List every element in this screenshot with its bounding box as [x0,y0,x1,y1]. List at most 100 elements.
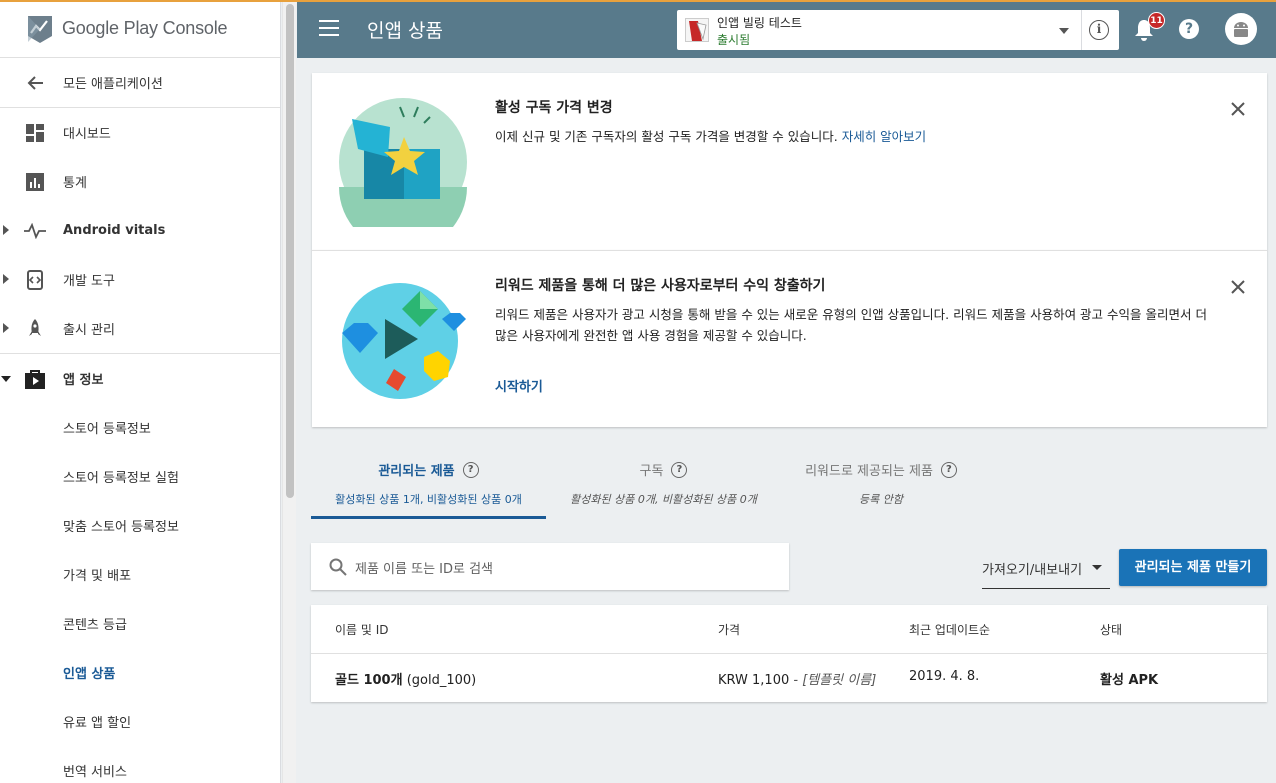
price-change-card: 활성 구독 가격 변경 이제 신규 및 기존 구독자의 활성 구독 가격을 변경… [312,73,1267,250]
sidebar-item-label: 유료 앱 할인 [63,716,132,731]
selected-app-status: 출시됨 [717,33,751,47]
sidebar-item-pricing-distribution[interactable]: 가격 및 배포 [0,550,280,599]
dropdown-arrow-icon [1059,28,1069,34]
column-header-price[interactable]: 가격 [718,621,740,638]
sidebar-scrollbar[interactable] [282,0,296,783]
android-icon [1234,22,1248,37]
back-label: 모든 애플리케이션 [63,77,163,92]
product-id: (gold_100) [406,673,477,688]
close-icon[interactable] [1230,101,1246,117]
collapse-caret-icon [1,376,11,382]
tab-rewarded-products[interactable]: 리워드로 제공되는 제품? 등록 안함 [781,460,981,518]
sidebar-item-dev-tools[interactable]: 개발 도구 [0,255,280,304]
app-selector[interactable]: 인앱 빌링 테스트 출시됨 i [677,10,1119,50]
sidebar: Google Play Console 모든 애플리케이션 대시보드 통계 An… [0,0,281,783]
sidebar-item-label: 스토어 등록정보 실험 [63,471,179,486]
stats-icon [24,171,46,193]
gems-illustration [342,283,466,399]
search-input[interactable]: 제품 이름 또는 ID로 검색 [311,543,789,590]
create-managed-product-button[interactable]: 관리되는 제품 만들기 [1119,549,1267,586]
help-circle-icon[interactable]: ? [671,461,688,478]
products-table: 이름 및 ID 가격 최근 업데이트순 상태 골드 100개 (gold_100… [311,605,1267,702]
dashboard-icon [24,122,46,144]
card-body: 이제 신규 및 기존 구독자의 활성 구독 가격을 변경할 수 있습니다. 자세… [495,129,927,144]
sidebar-item-label: 번역 서비스 [63,765,127,780]
card-title: 활성 구독 가격 변경 [495,100,613,116]
sidebar-item-custom-store-listing[interactable]: 맞춤 스토어 등록정보 [0,501,280,550]
price-template: - [템플릿 이름] [789,673,877,688]
sidebar-item-stats[interactable]: 통계 [0,157,280,206]
product-status: 활성 APK [1100,673,1159,688]
import-export-dropdown[interactable]: 가져오기/내보내기 [982,549,1110,589]
help-circle-icon[interactable]: ? [462,461,479,478]
close-icon[interactable] [1230,279,1246,295]
back-to-all-apps[interactable]: 모든 애플리케이션 [0,58,280,107]
tab-label: 리워드로 제공되는 제품 [805,464,933,479]
sidebar-item-translation-service[interactable]: 번역 서비스 [0,746,280,783]
sidebar-item-label: 통계 [63,176,87,191]
sidebar-item-store-listing[interactable]: 스토어 등록정보 [0,403,280,452]
sidebar-item-label: 인앱 상품 [63,667,116,682]
sidebar-item-dashboard[interactable]: 대시보드 [0,108,280,157]
sidebar-item-label: Android vitals [63,223,166,238]
sidebar-item-label: 콘텐츠 등급 [63,618,127,633]
tab-sub: 활성화된 상품 1개, 비활성화된 상품 0개 [335,493,522,506]
sidebar-item-label: 앱 정보 [63,373,104,388]
sidebar-item-label: 가격 및 배포 [63,569,132,584]
play-console-logo-icon [28,15,52,43]
sidebar-item-store-listing-experiments[interactable]: 스토어 등록정보 실험 [0,452,280,501]
expand-caret-icon [3,225,9,235]
tab-sub: 등록 안함 [859,493,903,506]
card-body: 리워드 제품은 사용자가 광고 시청을 통해 받을 수 있는 새로운 유형의 인… [495,307,1207,343]
logo-row[interactable]: Google Play Console [0,0,280,58]
vitals-icon [24,220,46,242]
product-updated: 2019. 4. 8. [909,669,980,684]
arrow-back-icon [24,72,46,94]
notification-badge: 11 [1148,12,1165,29]
tab-label: 관리되는 제품 [378,464,455,479]
sidebar-item-release-management[interactable]: 출시 관리 [0,304,280,353]
sidebar-item-label: 스토어 등록정보 [63,422,151,437]
tab-subscriptions[interactable]: 구독? 활성화된 상품 0개, 비활성화된 상품 0개 [546,460,781,518]
search-placeholder: 제품 이름 또는 ID로 검색 [355,562,494,577]
column-header-name[interactable]: 이름 및 ID [335,621,389,638]
account-avatar[interactable] [1225,13,1257,45]
hamburger-menu-icon[interactable] [319,20,339,38]
tab-label: 구독 [639,464,664,479]
sidebar-item-label: 대시보드 [63,127,111,142]
rewarded-products-card: 리워드 제품을 통해 더 많은 사용자로부터 수익 창출하기 리워드 제품은 사… [312,250,1267,427]
info-icon[interactable]: i [1089,20,1109,40]
learn-more-link[interactable]: 자세히 알아보기 [842,129,926,144]
sidebar-item-android-vitals[interactable]: Android vitals [0,206,280,255]
tab-managed-products[interactable]: 관리되는 제품? 활성화된 상품 1개, 비활성화된 상품 0개 [311,460,546,518]
gift-box-illustration [339,98,467,227]
sidebar-item-app-info[interactable]: 앱 정보 [0,354,280,403]
scrollbar-thumb[interactable] [286,4,294,498]
active-tab-indicator [311,516,546,519]
product-price: KRW 1,100 [718,673,790,688]
logo-text: Google Play Console [62,18,228,38]
column-header-updated[interactable]: 최근 업데이트순 [909,621,990,638]
help-icon[interactable]: ? [1179,19,1199,39]
store-icon [24,368,46,390]
product-name: 골드 100개 [335,673,403,688]
tab-sub: 활성화된 상품 0개, 비활성화된 상품 0개 [570,493,757,506]
page-title: 인앱 상품 [367,20,443,42]
search-icon [329,558,347,576]
dev-tools-icon [24,269,46,291]
sidebar-item-paid-app-discount[interactable]: 유료 앱 할인 [0,697,280,746]
column-header-status[interactable]: 상태 [1100,621,1122,638]
expand-caret-icon [3,323,9,333]
card-title: 리워드 제품을 통해 더 많은 사용자로부터 수익 창출하기 [495,278,826,294]
expand-caret-icon [3,274,9,284]
sidebar-item-content-rating[interactable]: 콘텐츠 등급 [0,599,280,648]
help-circle-icon[interactable]: ? [940,461,957,478]
sidebar-item-in-app-products[interactable]: 인앱 상품 [0,648,280,697]
selected-app-name: 인앱 빌링 테스트 [717,16,802,30]
sidebar-item-label: 맞춤 스토어 등록정보 [63,520,179,535]
window-top-edge [0,0,1276,2]
sidebar-item-label: 출시 관리 [63,323,115,338]
top-bar: 인앱 상품 인앱 빌링 테스트 출시됨 i 11 ? [297,0,1276,58]
import-export-label: 가져오기/내보내기 [982,563,1083,578]
get-started-link[interactable]: 시작하기 [495,376,543,395]
